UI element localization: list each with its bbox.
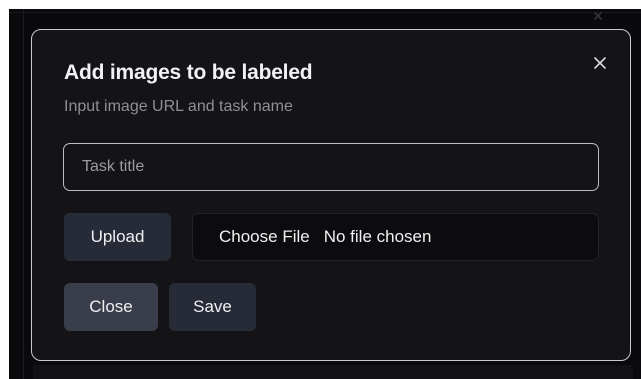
file-picker: Choose File No file chosen	[192, 213, 599, 261]
task-title-input[interactable]	[63, 143, 599, 191]
upload-button[interactable]: Upload	[64, 213, 171, 261]
choose-file-button[interactable]: Choose File	[219, 227, 310, 247]
dialog-title: Add images to be labeled	[64, 61, 313, 84]
save-button[interactable]: Save	[169, 283, 256, 331]
close-icon[interactable]	[591, 54, 609, 72]
close-icon-glyph	[594, 57, 606, 69]
background-divider	[9, 12, 641, 13]
background-close-icon: ✕	[592, 9, 604, 25]
dialog-subtitle: Input image URL and task name	[64, 98, 293, 115]
add-images-dialog: Add images to be labeled Input image URL…	[31, 29, 631, 361]
file-status: No file chosen	[323, 227, 432, 246]
background-divider	[23, 9, 24, 379]
close-button[interactable]: Close	[64, 283, 158, 331]
background-panel	[33, 365, 633, 379]
modal-overlay: ✕ Add images to be labeled Input image U…	[9, 9, 641, 379]
